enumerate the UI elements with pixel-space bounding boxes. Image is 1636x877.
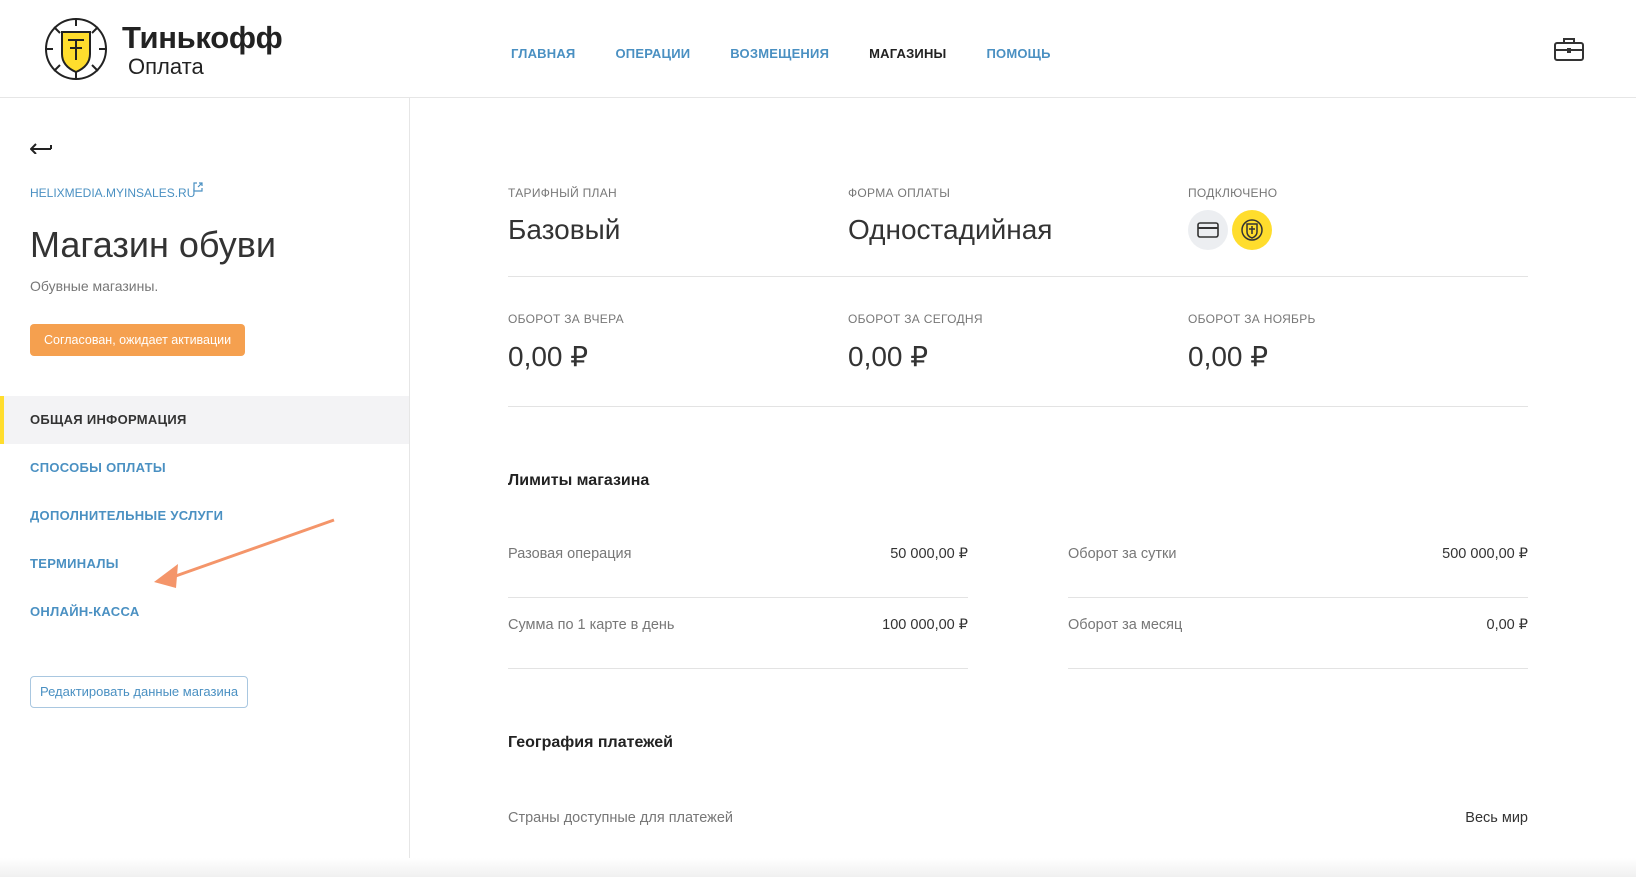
store-details: ТАРИФНЫЙ ПЛАН Базовый ФОРМА ОПЛАТЫ Однос… <box>410 98 1636 877</box>
connected-block: ПОДКЛЮЧЕНО <box>1188 186 1508 250</box>
store-sidebar: HELIXMEDIA.MYINSALES.RU Магазин обуви Об… <box>0 98 410 877</box>
menu-item-general-info[interactable]: ОБЩАЯ ИНФОРМАЦИЯ <box>0 396 409 444</box>
briefcase-icon[interactable] <box>1553 36 1585 62</box>
brand-subtitle: Оплата <box>128 54 204 79</box>
top-header: Тинькофф Оплата ГЛАВНАЯ ОПЕРАЦИИ ВОЗМЕЩЕ… <box>0 0 1636 98</box>
turnover-today-value: 0,00 ₽ <box>848 341 929 372</box>
turnover-yesterday-block: ОБОРОТ ЗА ВЧЕРА 0,00 ₽ <box>508 312 828 373</box>
divider <box>508 276 1528 277</box>
limit-value: 100 000,00 ₽ <box>882 617 968 633</box>
limits-title: Лимиты магазина <box>508 472 650 489</box>
store-description: Обувные магазины. <box>30 278 159 294</box>
turnover-month-value: 0,00 ₽ <box>1188 341 1269 372</box>
nav-item-help[interactable]: ПОМОЩЬ <box>986 46 1050 61</box>
external-link-icon[interactable] <box>193 182 203 192</box>
limit-value: 0,00 ₽ <box>1486 617 1528 633</box>
card-icon <box>1188 210 1228 250</box>
limit-row: Оборот за месяц 0,00 ₽ <box>1068 599 1528 669</box>
limit-value: 50 000,00 ₽ <box>890 546 968 562</box>
tinkoff-emblem-icon <box>1232 210 1272 250</box>
limit-row: Сумма по 1 карте в день 100 000,00 ₽ <box>508 599 968 669</box>
tariff-label: ТАРИФНЫЙ ПЛАН <box>508 186 618 200</box>
connected-icons <box>1188 210 1508 250</box>
status-badge: Согласован, ожидает активации <box>30 324 246 356</box>
annotation-arrow-icon <box>154 518 335 588</box>
divider <box>508 406 1528 407</box>
store-name: Магазин обуви <box>30 224 276 265</box>
connected-label: ПОДКЛЮЧЕНО <box>1188 186 1278 200</box>
limit-row: Оборот за сутки 500 000,00 ₽ <box>1068 528 1528 598</box>
edit-store-button[interactable]: Редактировать данные магазина <box>30 676 249 708</box>
payment-form-value: Одностадийная <box>848 214 1053 245</box>
limit-label: Оборот за сутки <box>1068 546 1177 562</box>
payment-form-block: ФОРМА ОПЛАТЫ Одностадийная <box>848 186 1168 246</box>
countries-label: Страны доступные для платежей <box>508 810 734 826</box>
main-nav: ГЛАВНАЯ ОПЕРАЦИИ ВОЗМЕЩЕНИЯ МАГАЗИНЫ ПОМ… <box>511 46 1091 61</box>
brand-title: Тинькофф <box>122 20 283 55</box>
nav-item-refunds[interactable]: ВОЗМЕЩЕНИЯ <box>730 46 829 61</box>
limit-value: 500 000,00 ₽ <box>1442 546 1528 562</box>
turnover-yesterday-label: ОБОРОТ ЗА ВЧЕРА <box>508 312 624 326</box>
limit-label: Сумма по 1 карте в день <box>508 617 675 633</box>
tariff-value: Базовый <box>508 214 621 245</box>
menu-item-payment-methods[interactable]: СПОСОБЫ ОПЛАТЫ <box>0 444 409 492</box>
geography-title: География платежей <box>508 734 673 751</box>
turnover-today-block: ОБОРОТ ЗА СЕГОДНЯ 0,00 ₽ <box>848 312 1168 373</box>
geography-row: Страны доступные для платежей Весь мир <box>508 792 1528 862</box>
nav-item-home[interactable]: ГЛАВНАЯ <box>511 46 575 61</box>
limit-label: Разовая операция <box>508 546 632 562</box>
back-arrow-icon[interactable] <box>30 140 52 154</box>
turnover-month-block: ОБОРОТ ЗА НОЯБРЬ 0,00 ₽ <box>1188 312 1508 373</box>
nav-item-operations[interactable]: ОПЕРАЦИИ <box>615 46 690 61</box>
bottom-shadow <box>0 858 1636 877</box>
turnover-today-label: ОБОРОТ ЗА СЕГОДНЯ <box>848 312 983 326</box>
limit-row: Разовая операция 50 000,00 ₽ <box>508 528 968 598</box>
turnover-yesterday-value: 0,00 ₽ <box>508 341 589 372</box>
nav-item-stores[interactable]: МАГАЗИНЫ <box>869 46 946 61</box>
payment-form-label: ФОРМА ОПЛАТЫ <box>848 186 951 200</box>
tinkoff-logo[interactable]: Тинькофф Оплата <box>38 14 283 84</box>
tariff-block: ТАРИФНЫЙ ПЛАН Базовый <box>508 186 828 246</box>
store-url-link[interactable]: HELIXMEDIA.MYINSALES.RU <box>30 186 195 200</box>
tinkoff-emblem-icon <box>45 18 107 80</box>
turnover-month-label: ОБОРОТ ЗА НОЯБРЬ <box>1188 312 1316 326</box>
limit-label: Оборот за месяц <box>1068 617 1183 633</box>
countries-value: Весь мир <box>1465 810 1528 826</box>
